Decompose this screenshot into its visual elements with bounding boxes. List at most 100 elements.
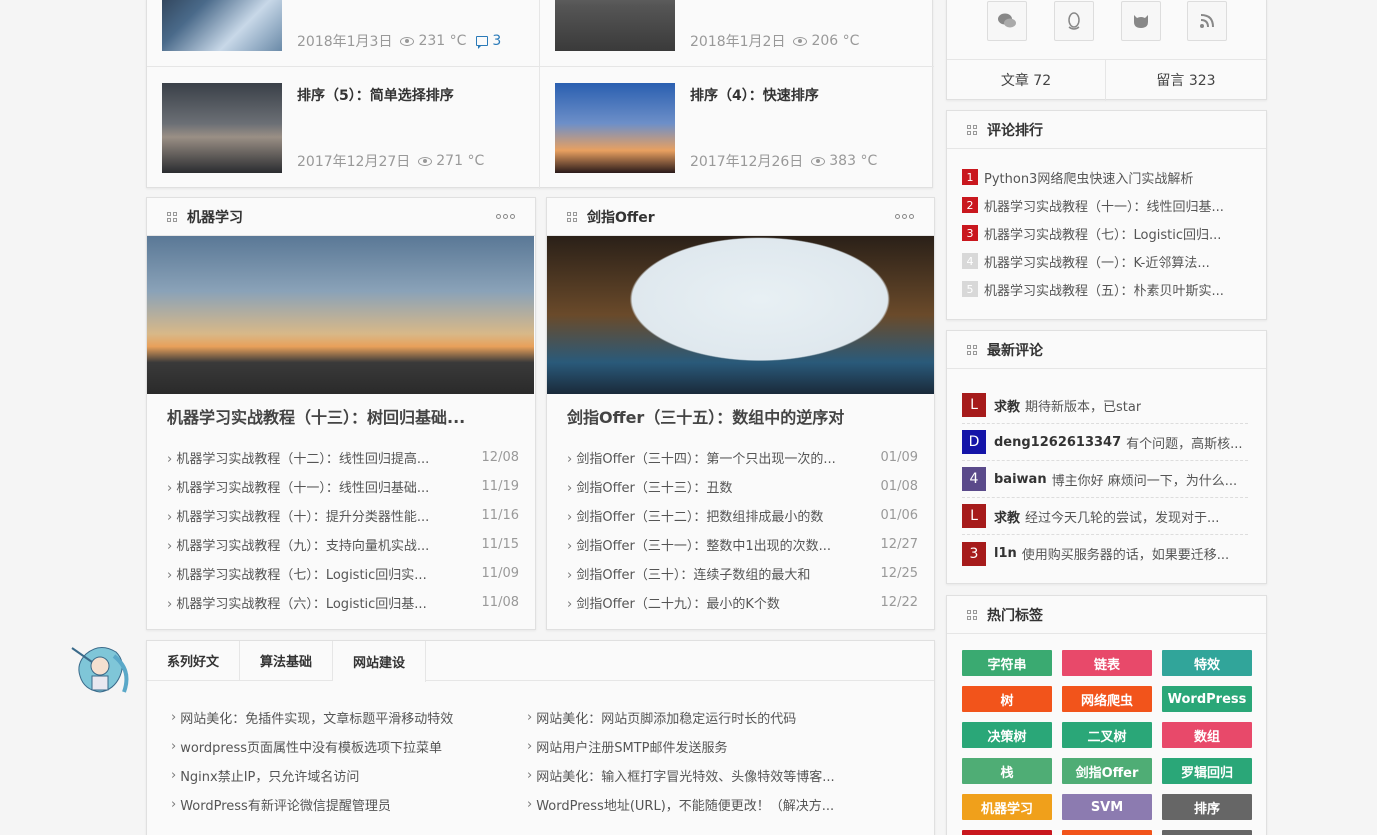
rank-badge: 3 [962, 225, 978, 241]
eye-icon [400, 36, 415, 46]
list-item[interactable]: 剑指Offer（三十一）：整数中1出现的次数...12/27 [567, 530, 918, 559]
article-count[interactable]: 文章 72 [947, 59, 1106, 101]
latest-comments-panel: 最新评论 L 求教 期待新版本，已star Ddeng1262613347 有个问题，… [946, 330, 1267, 584]
comment-item[interactable]: L 求教 经过今天几轮的尝试，发现对于... [962, 498, 1248, 535]
list-item[interactable]: 剑指Offer（三十三）：丑数01/08 [567, 472, 918, 501]
more-icon[interactable] [496, 214, 515, 219]
more-icon[interactable] [895, 214, 914, 219]
post-thumbnail[interactable] [162, 83, 282, 173]
post-card[interactable]: 2018年1月2日 206 °C [540, 0, 934, 67]
panel-header: 热门标签 [947, 596, 1266, 634]
profile-panel: 文章 72 留言 323 [946, 0, 1267, 101]
qq-icon[interactable] [1054, 1, 1094, 41]
post-views: 206 °C [811, 33, 860, 49]
list-item[interactable]: 机器学习实战教程（九）：支持向量机实战...11/15 [167, 530, 519, 559]
tag[interactable]: 罗辑回归 [1162, 758, 1252, 784]
panel-title[interactable]: 机器学习 [187, 207, 243, 227]
post-list: 剑指Offer（三十四）：第一个只出现一次的...01/09 剑指Offer（三… [567, 443, 918, 617]
rss-icon[interactable] [1187, 1, 1227, 41]
rank-badge: 4 [962, 253, 978, 269]
list-item[interactable]: 网站美化：网站页脚添加稳定运行时长的代码 [527, 703, 835, 732]
featured-image[interactable] [147, 236, 534, 394]
tag-partial[interactable] [962, 830, 1052, 835]
github-icon[interactable] [1121, 1, 1161, 41]
panel-title: 评论排行 [987, 122, 1043, 139]
comment-item[interactable]: L 求教 期待新版本，已star [962, 387, 1248, 424]
post-date: 2017年12月26日 [690, 154, 804, 170]
tag[interactable]: 网络爬虫 [1062, 686, 1152, 712]
tag-partial[interactable] [1162, 830, 1252, 835]
tag[interactable]: 决策树 [962, 722, 1052, 748]
comment-ranking-panel: 评论排行 1 Python3网络爬虫快速入门实战解析 2 机器学习实战教程（十一）：… [946, 110, 1267, 320]
tab-list-left: 网站美化：免插件实现，文章标题平滑移动特效 wordpress页面属性中没有模板… [171, 703, 453, 819]
list-item[interactable]: 剑指Offer（三十）：连续子数组的最大和12/25 [567, 559, 918, 588]
tag[interactable]: 字符串 [962, 650, 1052, 676]
tag[interactable]: 树 [962, 686, 1052, 712]
list-item[interactable]: WordPress有新评论微信提醒管理员 [171, 790, 453, 819]
post-thumbnail[interactable] [555, 0, 675, 51]
avatar: 4 [962, 467, 986, 491]
mascot-image[interactable] [66, 640, 134, 700]
list-item[interactable]: 5 机器学习实战教程（五）：朴素贝叶斯实... [962, 275, 1251, 303]
tag[interactable]: SVM [1062, 794, 1152, 820]
comment-item[interactable]: 3 l1n 使用购买服务器的话，如果要迁移... [962, 535, 1248, 572]
post-thumbnail[interactable] [162, 0, 282, 51]
tag[interactable]: 数组 [1162, 722, 1252, 748]
list-item[interactable]: 机器学习实战教程（七）：Logistic回归实...11/09 [167, 559, 519, 588]
comment-item[interactable]: Ddeng1262613347 有个问题，高斯核... [962, 424, 1248, 461]
grid-icon [967, 609, 977, 620]
tag[interactable]: 机器学习 [962, 794, 1052, 820]
list-item[interactable]: 机器学习实战教程（六）：Logistic回归基...11/08 [167, 588, 519, 617]
post-title[interactable]: 排序（4）：快速排序 [690, 85, 819, 105]
tag[interactable]: 排序 [1162, 794, 1252, 820]
list-item[interactable]: 3 机器学习实战教程（七）：Logistic回归... [962, 219, 1251, 247]
list-item[interactable]: 机器学习实战教程（十）：提升分类器性能...11/16 [167, 501, 519, 530]
tab-algorithms[interactable]: 算法基础 [240, 641, 334, 680]
list-item[interactable]: 2 机器学习实战教程（十一）：线性回归基... [962, 191, 1251, 219]
list-item[interactable]: 网站美化：免插件实现，文章标题平滑移动特效 [171, 703, 453, 732]
comment-item[interactable]: 4 baiwan 博主你好 麻烦问一下，为什么... [962, 461, 1248, 498]
wechat-icon[interactable] [987, 1, 1027, 41]
list-item[interactable]: 剑指Offer（三十二）：把数组排成最小的数01/06 [567, 501, 918, 530]
eye-icon [418, 156, 433, 166]
post-views: 231 °C [418, 33, 467, 49]
tab-series[interactable]: 系列好文 [147, 641, 241, 680]
grid-icon [967, 344, 977, 355]
featured-image[interactable] [547, 236, 934, 394]
tab-website[interactable]: 网站建设 [333, 641, 427, 682]
panel-header: 剑指Offer [547, 198, 934, 236]
list-item[interactable]: wordpress页面属性中没有模板选项下拉菜单 [171, 732, 453, 761]
post-title[interactable]: 排序（5）：简单选择排序 [297, 85, 454, 105]
tag[interactable]: 栈 [962, 758, 1052, 784]
tag[interactable]: 链表 [1062, 650, 1152, 676]
post-date: 2017年12月27日 [297, 154, 411, 170]
post-card[interactable]: 排序（4）：快速排序 2017年12月26日 383 °C [540, 67, 934, 189]
tag-partial[interactable] [1062, 830, 1152, 835]
avatar: L [962, 393, 986, 417]
tag[interactable]: 剑指Offer [1062, 758, 1152, 784]
list-item[interactable]: WordPress地址(URL)，不能随便更改！（解决方... [527, 790, 835, 819]
list-item[interactable]: Nginx禁止IP，只允许域名访问 [171, 761, 453, 790]
list-item[interactable]: 网站美化：输入框打字冒光特效、头像特效等博客... [527, 761, 834, 790]
message-count[interactable]: 留言 323 [1106, 59, 1266, 101]
list-item[interactable]: 机器学习实战教程（十二）：线性回归提高...12/08 [167, 443, 519, 472]
tag-cloud: 字符串 链表 特效 树 网络爬虫 WordPress 决策树 二叉树 数组 栈 … [962, 650, 1252, 835]
tag[interactable]: WordPress [1162, 686, 1252, 712]
list-item[interactable]: 1 Python3网络爬虫快速入门实战解析 [962, 163, 1251, 191]
post-comments[interactable]: 3 [492, 33, 501, 49]
tag[interactable]: 二叉树 [1062, 722, 1152, 748]
post-date: 2018年1月3日 [297, 34, 393, 50]
rank-badge: 2 [962, 197, 978, 213]
list-item[interactable]: 机器学习实战教程（十一）：线性回归基础...11/19 [167, 472, 519, 501]
list-item[interactable]: 剑指Offer（三十四）：第一个只出现一次的...01/09 [567, 443, 918, 472]
panel-title[interactable]: 剑指Offer [587, 207, 655, 227]
post-card[interactable]: 2018年1月3日 231 °C 3 [147, 0, 540, 67]
post-thumbnail[interactable] [555, 83, 675, 173]
list-item[interactable]: 4 机器学习实战教程（一）：K-近邻算法... [962, 247, 1251, 275]
featured-title[interactable]: 机器学习实战教程（十三）：树回归基础... [167, 404, 465, 428]
list-item[interactable]: 剑指Offer（二十九）：最小的K个数12/22 [567, 588, 918, 617]
post-card[interactable]: 排序（5）：简单选择排序 2017年12月27日 271 °C [147, 67, 540, 189]
featured-title[interactable]: 剑指Offer（三十五）：数组中的逆序对 [567, 404, 844, 428]
tag[interactable]: 特效 [1162, 650, 1252, 676]
list-item[interactable]: 网站用户注册SMTP邮件发送服务 [527, 732, 835, 761]
